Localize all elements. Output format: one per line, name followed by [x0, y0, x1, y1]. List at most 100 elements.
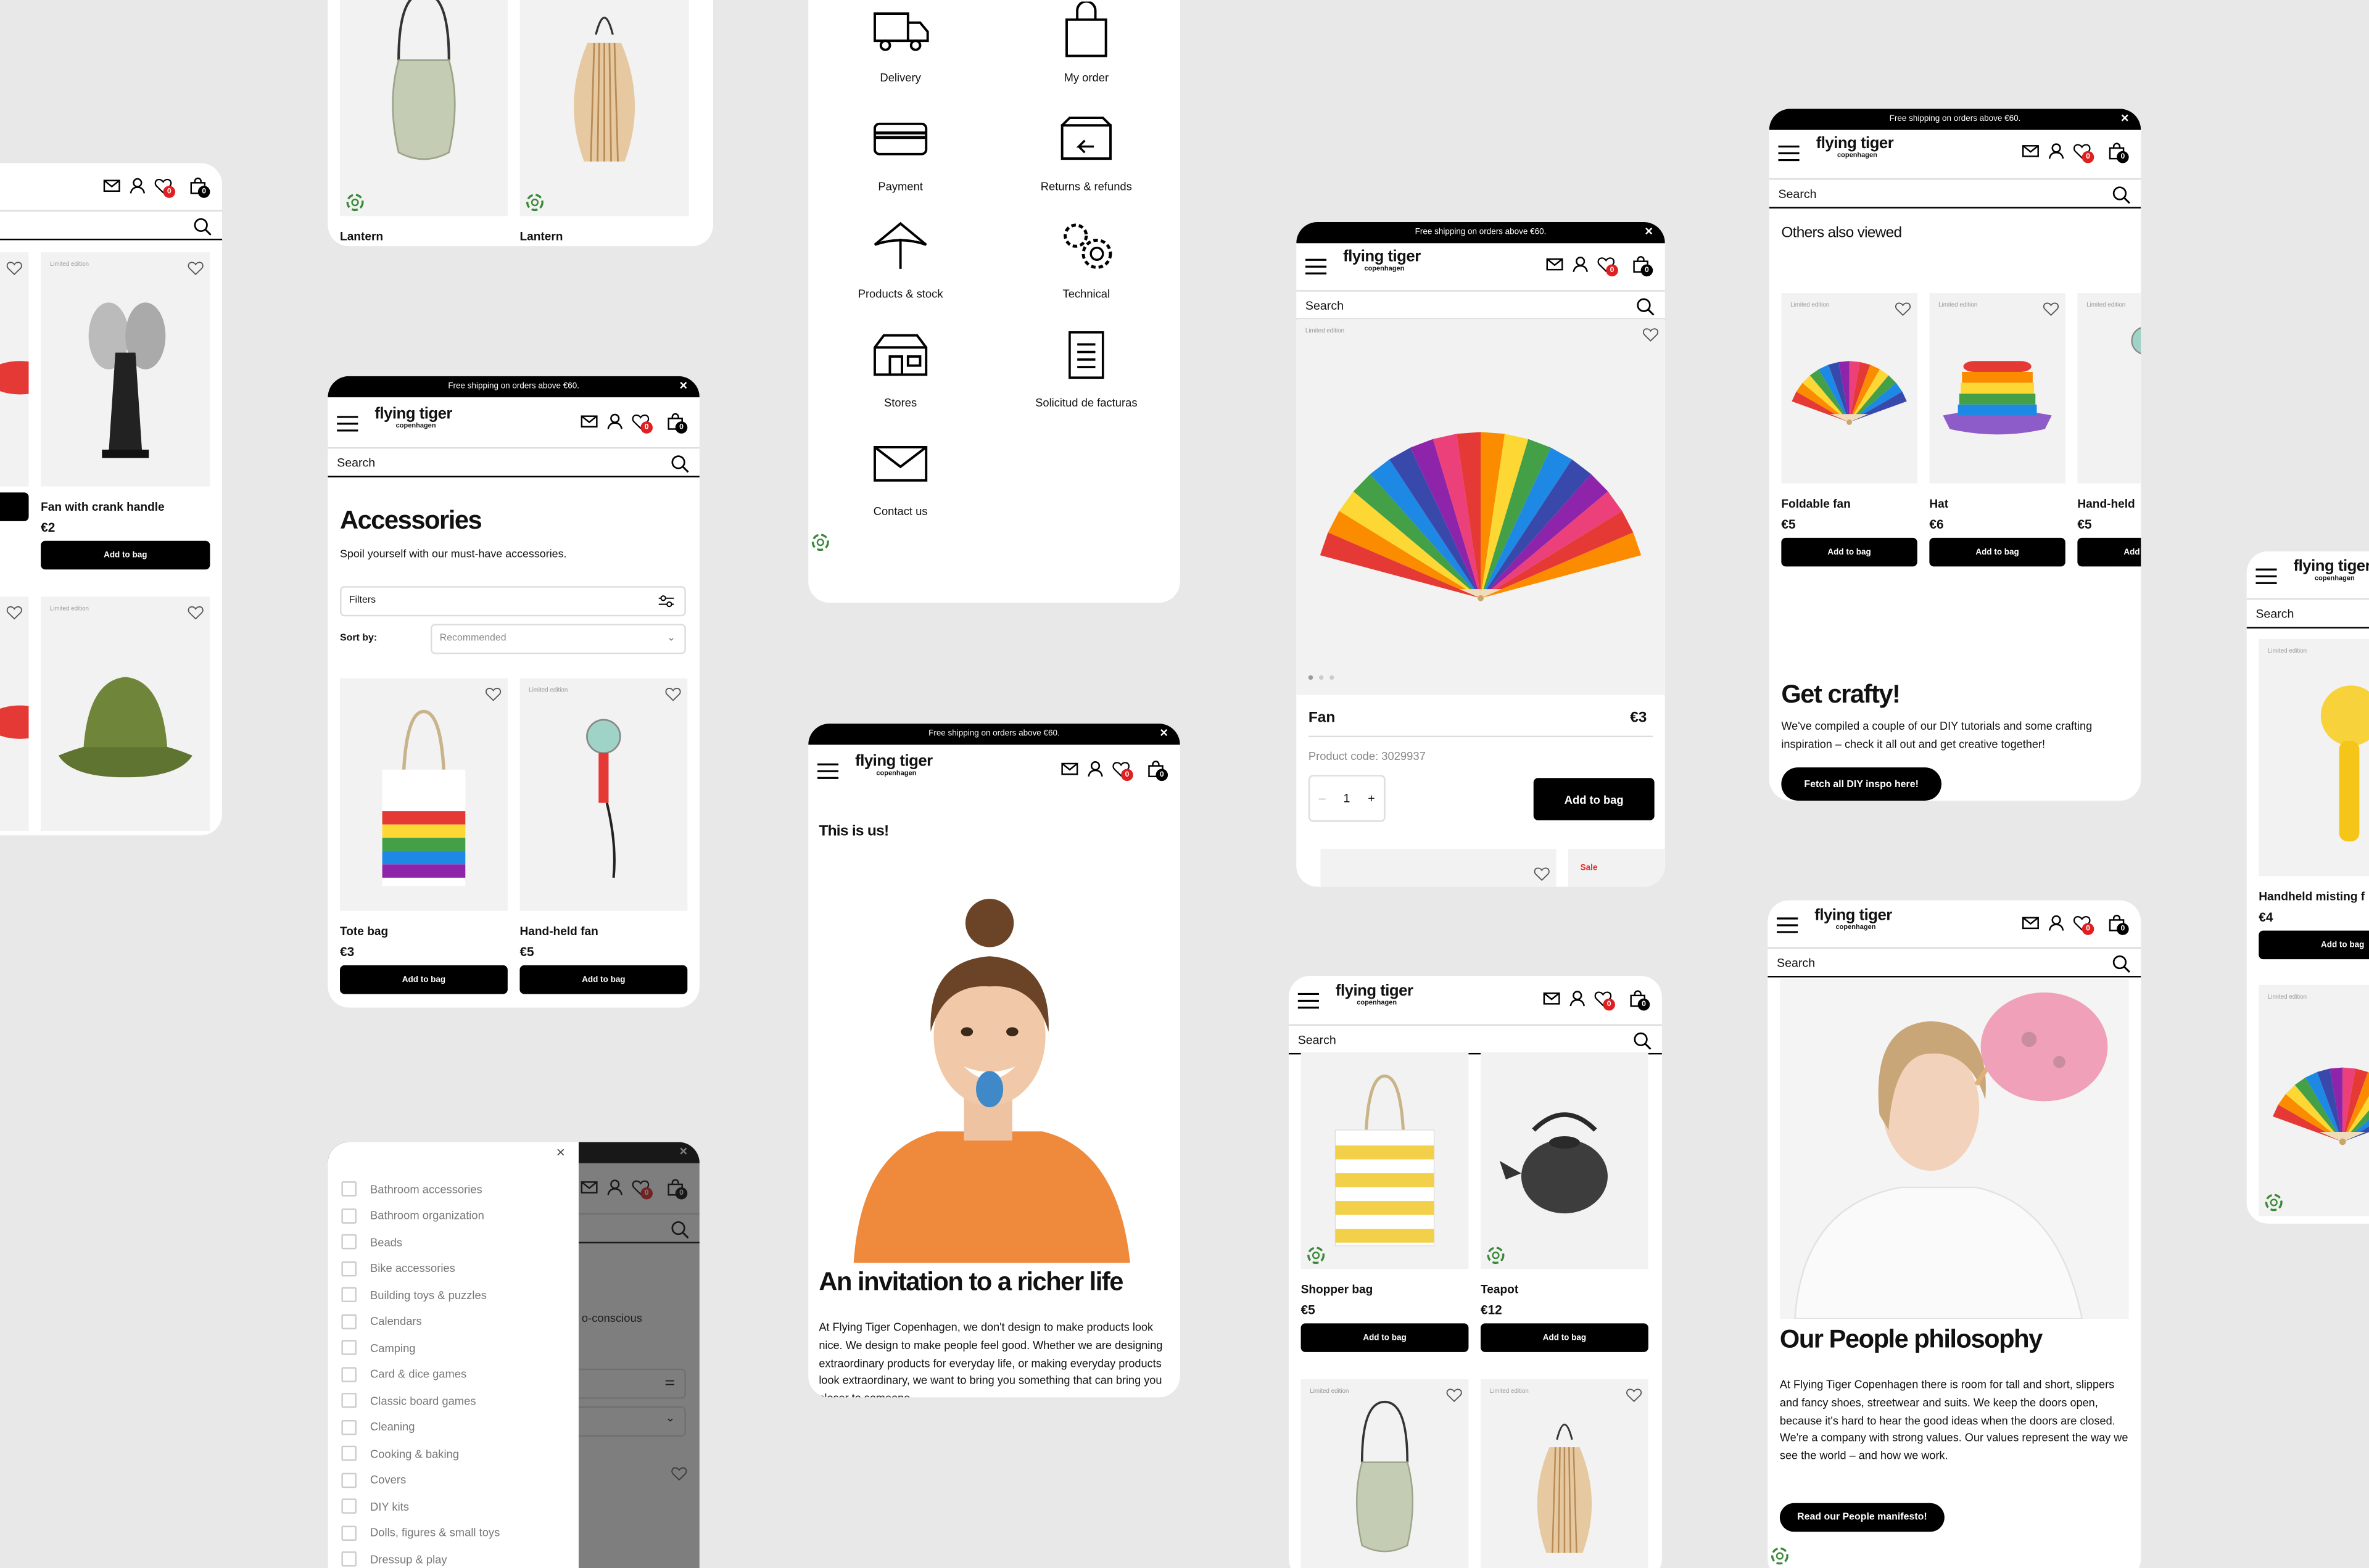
hamburger-icon[interactable]	[2255, 565, 2277, 584]
diy-inspo-button[interactable]: Fetch all DIY inspo here!	[1781, 767, 1941, 801]
search-input[interactable]: Search	[1288, 1024, 1662, 1055]
mail-icon[interactable]	[1545, 254, 1563, 271]
flying-tiger-logo[interactable]: flying tigercopenhagen	[1814, 907, 1892, 930]
product-name[interactable]: Fan with crank handle	[41, 500, 210, 514]
add-to-bag-button[interactable]: Add to bag	[1300, 1323, 1469, 1352]
checkbox[interactable]	[341, 1366, 357, 1382]
product-image[interactable]	[1300, 1052, 1469, 1269]
flying-tiger-logo[interactable]: flying tigercopenhagen	[1343, 249, 1421, 271]
product-name[interactable]: Hat	[1929, 497, 2065, 511]
product-card[interactable]	[0, 596, 29, 831]
checkbox[interactable]	[341, 1234, 357, 1250]
checkbox[interactable]	[341, 1340, 357, 1355]
mail-icon[interactable]	[2022, 141, 2040, 159]
product-card[interactable]: Add to bag	[0, 252, 29, 521]
product-image[interactable]	[340, 0, 508, 217]
wishlist-heart-icon[interactable]	[6, 257, 23, 276]
checkbox[interactable]	[341, 1419, 357, 1435]
user-icon[interactable]	[2047, 912, 2065, 931]
wishlist-heart-icon[interactable]: 0	[154, 175, 176, 198]
flying-tiger-logo[interactable]: flying tigercopenhagen	[1816, 136, 1894, 159]
filter-option[interactable]: Beads	[341, 1234, 402, 1250]
filter-option[interactable]: Bathroom organization	[341, 1207, 484, 1223]
search-input[interactable]: Search	[1767, 947, 2141, 978]
quantity-stepper[interactable]: – 1 +	[1308, 775, 1386, 822]
related-product-card[interactable]: Sale	[1568, 849, 1665, 887]
filter-option[interactable]: DIY kits	[341, 1498, 409, 1514]
search-input[interactable]: Search	[328, 447, 700, 477]
product-card[interactable]: Shopper bag €5 Add to bag	[1300, 1052, 1469, 1352]
product-image[interactable]: Limited edition	[2259, 984, 2369, 1216]
mail-icon[interactable]	[103, 175, 121, 193]
help-topic-returns-refunds[interactable]: Returns & refunds	[1003, 110, 1169, 193]
search-input[interactable]: Search	[0, 210, 223, 241]
filter-option[interactable]: Camping	[341, 1340, 416, 1355]
bag-icon[interactable]: 0	[2107, 141, 2129, 163]
product-name[interactable]: Hand-held	[2077, 497, 2141, 511]
checkbox[interactable]	[341, 1472, 357, 1488]
people-manifesto-button[interactable]: Read our People manifesto!	[1779, 1503, 1945, 1532]
product-card[interactable]: Limited edition	[2259, 984, 2369, 1216]
hamburger-icon[interactable]	[817, 760, 839, 779]
add-to-bag-button[interactable]: Add to bag	[519, 965, 688, 994]
flying-tiger-logo[interactable]: flying tigercopenhagen	[855, 753, 933, 776]
help-topic-my-order[interactable]: My order	[1003, 1, 1169, 85]
checkbox[interactable]	[341, 1551, 357, 1567]
help-topic-stores[interactable]: Stores	[817, 326, 983, 410]
wishlist-heart-icon[interactable]: 0	[632, 411, 653, 434]
hamburger-icon[interactable]	[337, 413, 358, 432]
product-card[interactable]: Limited edition Hand-held fan €5 Add to bag	[519, 678, 688, 994]
wishlist-heart-icon[interactable]: 0	[2073, 141, 2094, 163]
checkbox[interactable]	[341, 1392, 357, 1408]
filter-option[interactable]: Card & dice games	[341, 1366, 466, 1382]
flying-tiger-logo[interactable]: flying tigercopenhagen	[2294, 559, 2369, 582]
filter-option[interactable]: Cleaning	[341, 1419, 415, 1435]
add-to-bag-button[interactable]: Add to bag	[41, 540, 210, 570]
wishlist-heart-icon[interactable]	[1642, 323, 1659, 342]
hamburger-icon[interactable]	[1297, 989, 1319, 1009]
search-input[interactable]: Search	[1769, 178, 2141, 208]
help-topic-technical[interactable]: Technical	[1003, 218, 1169, 301]
checkbox[interactable]	[341, 1207, 357, 1223]
checkbox[interactable]	[341, 1313, 357, 1329]
add-to-bag-button[interactable]: Add to bag	[1929, 537, 2065, 567]
user-icon[interactable]	[1086, 758, 1104, 777]
bag-icon[interactable]: 0	[666, 411, 688, 434]
product-card[interactable]: Limited edition Handheld misting f €4 Add t…	[2259, 638, 2369, 960]
add-to-bag-button[interactable]: Add to bag	[1781, 537, 1917, 567]
gallery-dot[interactable]	[1329, 675, 1334, 680]
flying-tiger-logo[interactable]: flying tigercopenhagen	[374, 406, 452, 429]
user-icon[interactable]	[1568, 988, 1586, 1007]
product-image[interactable]: Limited edition	[1481, 1379, 1648, 1568]
filter-option[interactable]: Covers	[341, 1472, 406, 1488]
product-card[interactable]: Limited edition Fan with crank handle €2 Ad…	[41, 252, 210, 570]
wishlist-heart-icon[interactable]: 0	[1112, 758, 1133, 782]
product-card[interactable]: Limited edition	[1300, 1379, 1469, 1568]
decrease-quantity-button[interactable]: –	[1319, 791, 1326, 805]
product-card[interactable]: Tote bag €3 Add to bag	[340, 678, 508, 994]
bag-icon[interactable]: 0	[189, 175, 210, 198]
user-icon[interactable]	[2047, 141, 2065, 159]
product-name[interactable]: Tote bag	[340, 925, 508, 938]
add-to-bag-button[interactable]: Add to bag	[0, 492, 29, 521]
bag-icon[interactable]: 0	[1629, 988, 1650, 1011]
product-image[interactable]	[0, 596, 29, 831]
filter-option[interactable]: Dressup & play	[341, 1551, 447, 1567]
wishlist-heart-icon[interactable]	[1534, 862, 1550, 881]
bag-icon[interactable]: 0	[1632, 254, 1653, 277]
product-image[interactable]: Limited edition	[2259, 638, 2369, 877]
product-card[interactable]: Limited edition Foldable fan €5 Add to bag	[1781, 293, 1917, 567]
checkbox[interactable]	[341, 1181, 357, 1197]
add-to-bag-button[interactable]: Add to bag	[1481, 1323, 1648, 1352]
wishlist-heart-icon[interactable]	[485, 683, 502, 701]
add-to-bag-button[interactable]: Add to bag	[2259, 930, 2369, 960]
hamburger-icon[interactable]	[1777, 914, 1798, 933]
product-card[interactable]: Limited edition	[41, 596, 210, 831]
product-name[interactable]: Hand-held fan	[519, 925, 687, 938]
filter-option[interactable]: Cooking & baking	[341, 1445, 459, 1461]
add-to-bag-button[interactable]: Add to bag	[1533, 778, 1655, 820]
product-image[interactable]: Limited edition	[41, 252, 210, 487]
product-name[interactable]: Teapot	[1481, 1282, 1648, 1296]
add-to-bag-button[interactable]: Add to bag	[340, 965, 508, 994]
close-icon[interactable]: ×	[1645, 225, 1653, 239]
